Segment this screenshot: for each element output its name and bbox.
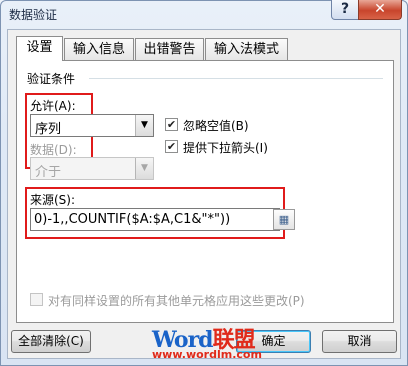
watermark-url: www.wordlm.com: [152, 348, 262, 361]
data-value: 介于: [35, 165, 62, 180]
dropdown-arrow-checkbox[interactable]: ✔: [165, 140, 178, 153]
settings-page: 验证条件 允许(A): 序列 ▼ ✔ 忽略空值(B) ✔ 提供下拉箭头(I) 数…: [16, 60, 394, 323]
dropdown-arrow-label: 提供下拉箭头(I): [183, 141, 268, 155]
ignore-blank-label: 忽略空值(B): [183, 119, 249, 133]
apply-all-checkbox: [30, 293, 43, 306]
chevron-down-icon[interactable]: ▼: [135, 115, 153, 136]
allow-label: 允许(A):: [30, 99, 76, 113]
data-label: 数据(D):: [30, 143, 77, 157]
tab-ime-mode[interactable]: 输入法模式: [205, 38, 288, 60]
allow-value: 序列: [35, 122, 62, 137]
tab-settings[interactable]: 设置: [16, 36, 63, 61]
dialog-client-area: 设置 输入信息 出错警告 输入法模式 验证条件 允许(A): 序列 ▼ ✔ 忽略…: [7, 29, 401, 359]
allow-select[interactable]: 序列 ▼: [30, 114, 154, 137]
dialog-title: 数据验证: [9, 8, 58, 22]
chevron-down-icon: ▼: [135, 158, 153, 179]
close-button[interactable]: ✕: [358, 0, 402, 20]
apply-all-label: 对有同样设置的所有其他单元格应用这些更改(P): [48, 294, 305, 308]
help-button[interactable]: ?: [331, 0, 359, 20]
ignore-blank-checkbox[interactable]: ✔: [165, 118, 178, 131]
clear-all-button[interactable]: 全部清除(C): [11, 330, 91, 353]
source-value: 0)-1,,COUNTIF($A:$A,C1&"*")): [34, 212, 231, 227]
source-label: 来源(S):: [30, 193, 76, 207]
validation-criteria-heading: 验证条件: [27, 72, 76, 86]
group-divider: [89, 78, 383, 79]
cancel-button[interactable]: 取消: [322, 330, 397, 353]
source-input[interactable]: 0)-1,,COUNTIF($A:$A,C1&"*")): [30, 208, 280, 231]
range-select-icon[interactable]: ▦: [273, 209, 295, 230]
data-select: 介于 ▼: [30, 157, 154, 180]
tab-error-alert[interactable]: 出错警告: [135, 38, 204, 60]
tab-input-message[interactable]: 输入信息: [64, 38, 134, 60]
